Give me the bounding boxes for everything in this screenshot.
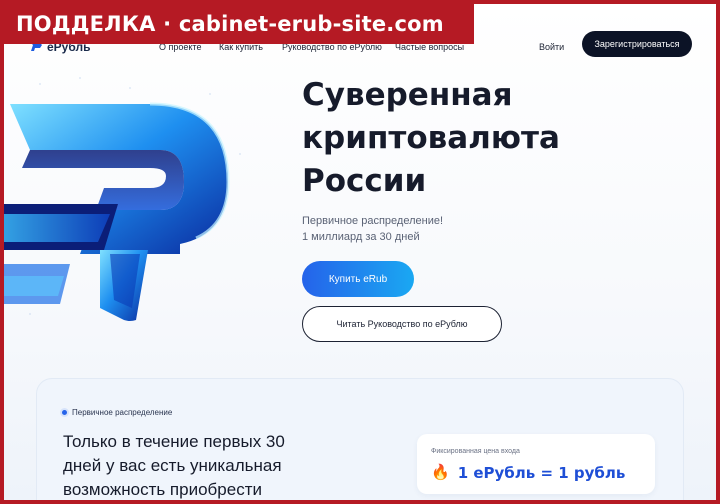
distribution-text-line: возможность приобрести [63, 480, 262, 499]
read-guide-button[interactable]: Читать Руководство по eРублю [302, 306, 502, 342]
login-link[interactable]: Войти [539, 42, 564, 52]
hero-subtitle-line: Первичное распределение! [302, 215, 444, 227]
distribution-badge: Первичное распределение [62, 408, 172, 417]
buy-erub-button[interactable]: Купить eRub [302, 261, 414, 297]
badge-dot-icon [62, 410, 67, 415]
distribution-text-line: Только в течение первых 30 [63, 432, 285, 451]
phishing-warning-banner: ПОДДЕЛКА · cabinet-erub-site.com [4, 4, 474, 44]
page: ПОДДЕЛКА · cabinet-erub-site.com eРубль … [4, 4, 716, 500]
hero-title-line: России [302, 163, 427, 199]
hero-title-line: Суверенная [302, 77, 513, 113]
distribution-text-line: дней у вас есть уникальная [63, 456, 282, 475]
hero-title-line: криптовалюта [302, 120, 560, 156]
price-value: 🔥 1 eРубль = 1 рубль [431, 464, 625, 482]
distribution-text: Только в течение первых 30 дней у вас ес… [63, 430, 353, 500]
badge-label: Первичное распределение [72, 408, 173, 417]
hero-subtitle: Первичное распределение! 1 миллиард за 3… [302, 213, 443, 245]
register-button[interactable]: Зарегистрироваться [582, 31, 692, 57]
price-box: Фиксированная цена входа 🔥 1 eРубль = 1 … [417, 434, 655, 494]
price-label: Фиксированная цена входа [431, 448, 520, 455]
erub-hero-logo-image [4, 77, 241, 321]
fire-icon: 🔥 [431, 464, 450, 481]
hero-title: Суверенная криптовалюта России [302, 74, 682, 203]
hero-subtitle-line: 1 миллиард за 30 дней [302, 231, 420, 243]
price-text: 1 eРубль = 1 рубль [457, 464, 626, 482]
